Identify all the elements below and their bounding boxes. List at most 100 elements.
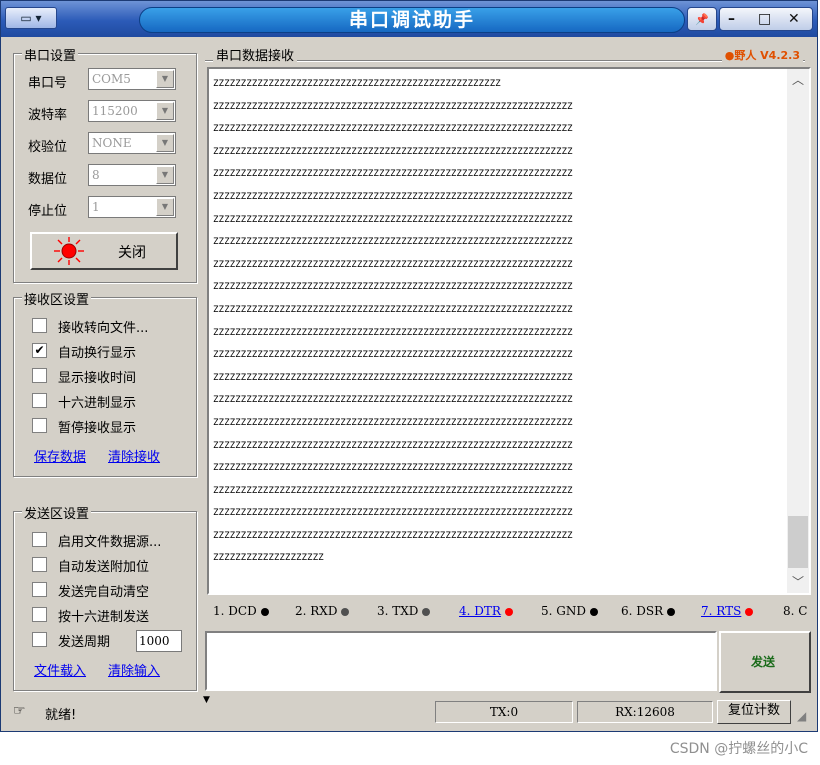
pin-icon: 📌 [695, 13, 709, 26]
reset-count-button[interactable]: 复位计数 [717, 700, 791, 724]
receive-textarea[interactable]: ZZZZZZZZZZZZZZZZZZZZZZZZZZZZZZZZZZZZZZZZ… [207, 67, 811, 595]
receive-area-title: 串口数据接收 [213, 45, 298, 64]
signal-indicator[interactable]: 4. DTR [459, 604, 513, 618]
field-label: 校验位 [28, 140, 68, 155]
send-button[interactable]: 发送 [719, 631, 811, 693]
dropdown-arrow-icon[interactable]: ▼ [156, 198, 174, 216]
app-window: ▭ ▾ 串口调试助手 📌 – □ ✕ 串口设置 串口号 COM5 ▼ 波特率 11520… [0, 0, 818, 732]
checkbox-label[interactable]: 按十六进制发送 [58, 606, 149, 625]
received-data: ZZZZZZZZZZZZZZZZZZZZZZZZZZZZZZZZZZZZZZZZ… [213, 78, 573, 564]
watermark: CSDN @拧螺丝的小C [669, 741, 808, 757]
signal-label: 5. GND [541, 604, 586, 618]
checkbox[interactable]: ✔ [32, 343, 47, 358]
field-select[interactable]: 8 ▼ [88, 164, 176, 186]
signal-indicator[interactable]: 7. RTS [701, 604, 754, 618]
serial-settings-group: 串口设置 串口号 COM5 ▼ 波特率 115200 ▼ 校验位 NONE ▼ 数据位 8 ▼ 停止位 1… [13, 45, 197, 283]
field-select[interactable]: COM5 ▼ [88, 68, 176, 90]
field-select[interactable]: 115200 ▼ [88, 100, 176, 122]
signal-label: 3. TXD [377, 604, 419, 618]
clear-input-link[interactable]: 清除输入 [108, 660, 160, 679]
dropdown-arrow-icon[interactable]: ▼ [156, 70, 174, 88]
receive-settings-group: 接收区设置 接收转向文件... ✔ 自动换行显示 显示接收时间 十六进制显示 暂停接收显示… [13, 289, 197, 477]
signal-status-bar: 1. DCD 2. RXD 3. TXD 4. DTR 5. GND 6. DSR 7. R… [207, 599, 811, 625]
signal-dot-icon [260, 607, 269, 616]
serial-settings-title: 串口设置 [22, 45, 79, 64]
signal-dot-icon [745, 607, 754, 616]
checkbox[interactable] [32, 318, 47, 333]
checkbox-label[interactable]: 发送周期 [58, 631, 110, 650]
field-label: 串口号 [28, 76, 68, 91]
checkbox[interactable] [32, 632, 47, 647]
send-settings-group: 发送区设置 启用文件数据源... 自动发送附加位 发送完自动清空 按十六进制发送 发送周… [13, 503, 197, 691]
checkbox-label[interactable]: 十六进制显示 [58, 392, 136, 411]
tx-counter: TX:0 [435, 701, 573, 723]
status-bar: ☞ 就绪! ▼ TX:0 RX:12608 复位计数 ◢ [1, 695, 817, 731]
dropdown-arrow-icon[interactable]: ▼ [156, 166, 174, 184]
signal-label: 2. RXD [295, 604, 338, 618]
scroll-down-icon[interactable]: ﹀ [787, 571, 809, 593]
send-period-input[interactable]: 1000 [136, 630, 182, 652]
field-value: 115200 [92, 104, 138, 118]
status-dropdown-icon: ▼ [203, 695, 210, 705]
checkbox-label[interactable]: 发送完自动清空 [58, 581, 149, 600]
checkbox[interactable] [32, 393, 47, 408]
scroll-up-icon[interactable]: ︿ [787, 69, 809, 91]
maximize-button[interactable]: □ [758, 8, 771, 30]
field-label: 数据位 [28, 172, 68, 187]
window-title: 串口调试助手 [139, 7, 685, 33]
field-value: COM5 [92, 72, 131, 86]
checkbox-label[interactable]: 自动换行显示 [58, 342, 136, 361]
field-value: NONE [92, 136, 132, 150]
signal-indicator: 5. GND [541, 604, 598, 618]
signal-label: 6. DSR [621, 604, 664, 618]
checkbox-label[interactable]: 自动发送附加位 [58, 556, 149, 575]
checkbox[interactable] [32, 418, 47, 433]
dropdown-arrow-icon[interactable]: ▼ [156, 102, 174, 120]
signal-indicator: 3. TXD [377, 604, 431, 618]
signal-dot-icon [504, 607, 513, 616]
scroll-thumb[interactable] [788, 516, 808, 568]
dropdown-arrow-icon[interactable]: ▼ [156, 134, 174, 152]
checkbox-label[interactable]: 接收转向文件... [58, 317, 148, 336]
field-label: 停止位 [28, 204, 68, 219]
window-menu-icon[interactable]: ▭ ▾ [5, 7, 57, 29]
signal-label[interactable]: 4. DTR [459, 604, 501, 618]
signal-dot-icon [341, 607, 350, 616]
signal-indicator: 6. DSR [621, 604, 676, 618]
pin-button[interactable]: 📌 [687, 7, 717, 31]
checkbox[interactable] [32, 607, 47, 622]
checkbox[interactable] [32, 557, 47, 572]
status-text: 就绪! [45, 708, 77, 723]
close-button[interactable]: ✕ [788, 8, 800, 30]
signal-label[interactable]: 7. RTS [701, 604, 741, 618]
field-label: 波特率 [28, 108, 68, 123]
resize-grip-icon: ◢ [797, 709, 807, 723]
checkbox[interactable] [32, 582, 47, 597]
signal-indicator: 1. DCD [213, 604, 269, 618]
receive-settings-title: 接收区设置 [22, 289, 92, 308]
load-file-link[interactable]: 文件载入 [34, 660, 86, 679]
open-close-button[interactable]: 关闭 [30, 232, 178, 270]
field-select[interactable]: 1 ▼ [88, 196, 176, 218]
send-input[interactable] [205, 631, 717, 691]
status-light-icon [54, 237, 84, 265]
checkbox-label[interactable]: 暂停接收显示 [58, 417, 136, 436]
clear-receive-link[interactable]: 清除接收 [108, 446, 160, 465]
rx-counter: RX:12608 [577, 701, 713, 723]
signal-indicator: 2. RXD [295, 604, 350, 618]
checkbox[interactable] [32, 368, 47, 383]
field-select[interactable]: NONE ▼ [88, 132, 176, 154]
send-settings-title: 发送区设置 [22, 503, 92, 522]
save-data-link[interactable]: 保存数据 [34, 446, 86, 465]
signal-label: 1. DCD [213, 604, 257, 618]
checkbox-label[interactable]: 显示接收时间 [58, 367, 136, 386]
signal-label: 8. C [783, 604, 808, 618]
vertical-scrollbar[interactable]: ︿ ﹀ [787, 69, 809, 593]
send-button-label: 发送 [751, 655, 776, 669]
checkbox[interactable] [32, 532, 47, 547]
checkbox-label[interactable]: 启用文件数据源... [58, 531, 161, 550]
signal-dot-icon [422, 607, 431, 616]
open-close-label: 关闭 [118, 245, 146, 261]
minimize-button[interactable]: – [728, 8, 735, 30]
title-bar[interactable]: ▭ ▾ 串口调试助手 📌 – □ ✕ [1, 1, 817, 37]
